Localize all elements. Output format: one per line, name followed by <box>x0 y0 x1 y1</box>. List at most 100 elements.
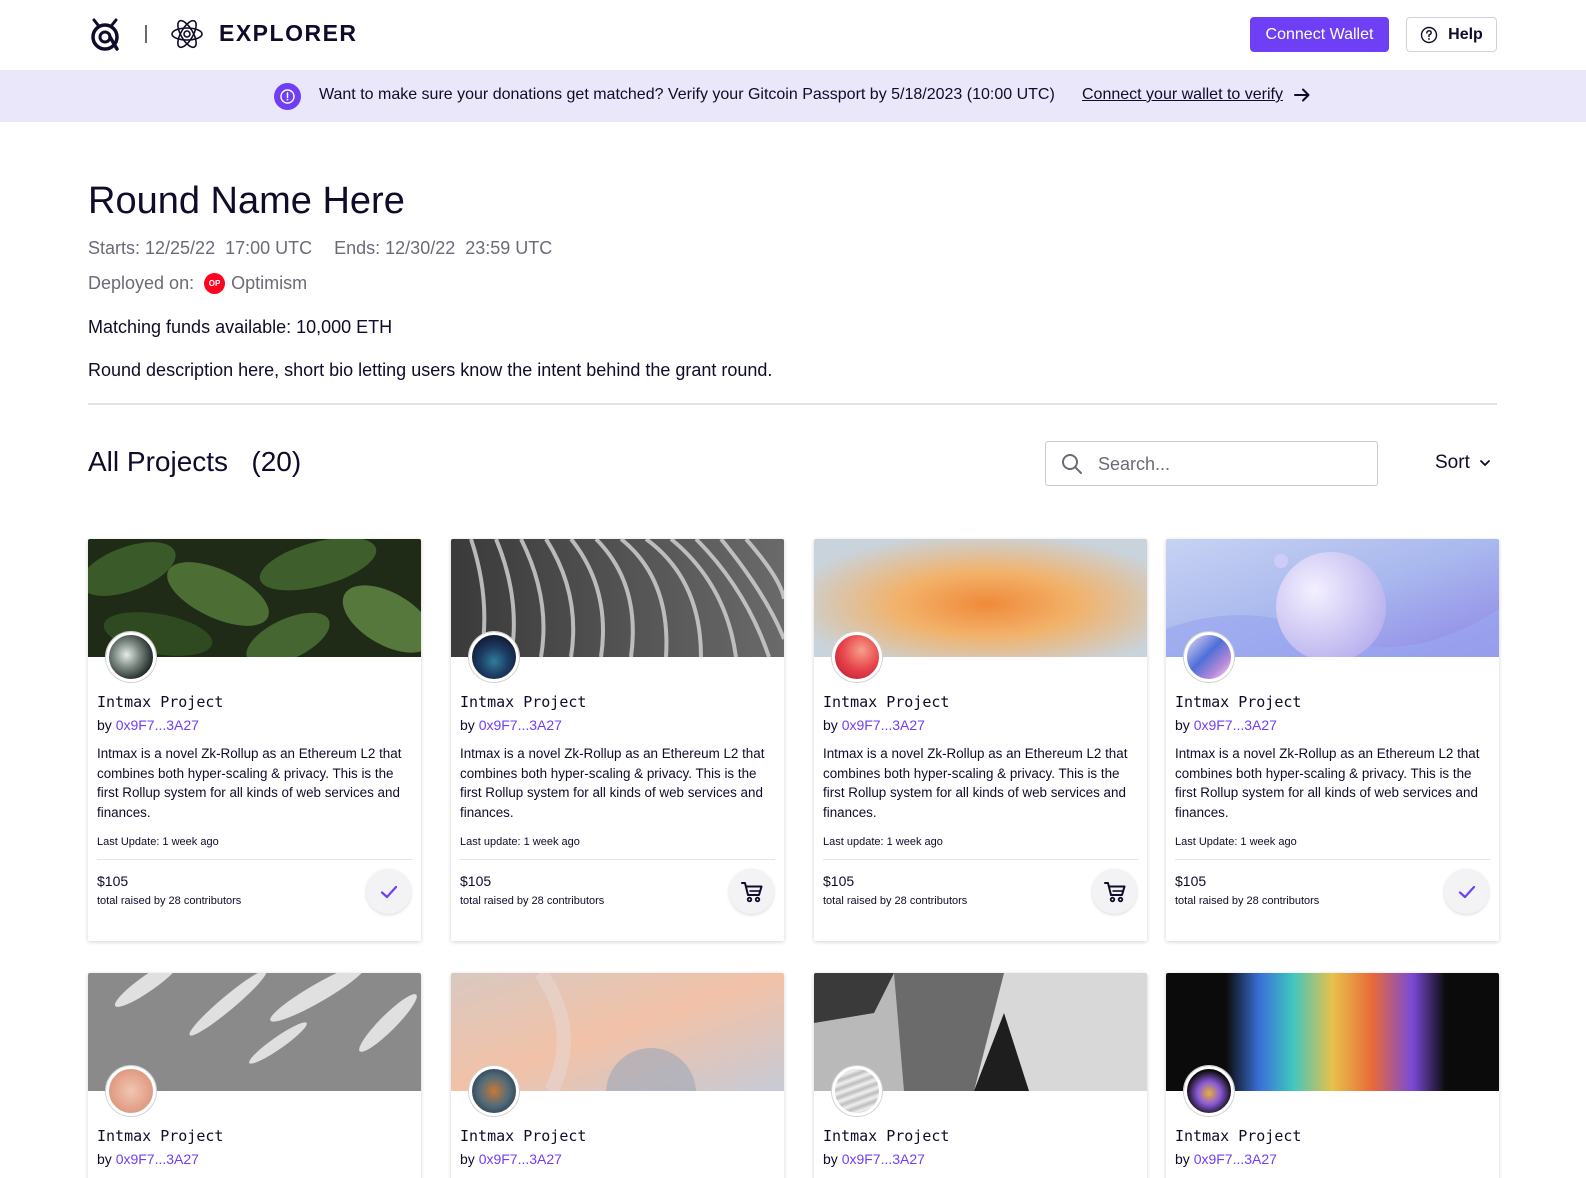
header-divider <box>145 25 147 43</box>
round-start: Starts: 12/25/22 17:00 UTC <box>88 238 313 258</box>
project-owner: by 0x9F7...3A27 <box>823 717 925 733</box>
app-title: EXPLORER <box>219 20 358 46</box>
project-avatar <box>1184 1066 1234 1116</box>
contributors-count: total raised by 28 contributors <box>460 895 605 907</box>
sort-dropdown[interactable]: Sort <box>1435 452 1492 474</box>
connect-wallet-verify-link[interactable]: Connect your wallet to verify <box>1082 86 1283 104</box>
by-label: by <box>460 1151 475 1167</box>
project-owner: by 0x9F7...3A27 <box>97 717 199 733</box>
project-card[interactable]: Intmax Project by 0x9F7...3A27 Intmax is… <box>814 539 1147 941</box>
last-update: Last Update: 1 week ago <box>97 836 219 848</box>
last-update: Last update: 1 week ago <box>460 836 580 848</box>
owner-address[interactable]: 0x9F7...3A27 <box>479 1151 562 1167</box>
project-avatar <box>106 632 156 682</box>
deployed-label: Deployed on: <box>88 273 195 293</box>
project-owner: by 0x9F7...3A27 <box>97 1151 199 1167</box>
deployed-on: Deployed on: OP Optimism <box>88 273 307 294</box>
help-label: Help <box>1448 25 1483 43</box>
project-title[interactable]: Intmax Project <box>1175 693 1301 711</box>
contributors-count: total raised by 28 contributors <box>97 895 242 907</box>
add-to-cart-button[interactable] <box>1092 869 1137 914</box>
card-divider <box>1175 859 1490 860</box>
project-owner: by 0x9F7...3A27 <box>460 1151 562 1167</box>
round-dates: Starts: 12/25/22 17:00 UTC Ends: 12/30/22… <box>88 238 552 259</box>
project-avatar <box>106 1066 156 1116</box>
search-icon <box>1062 454 1082 474</box>
added-to-cart-button[interactable] <box>366 869 411 914</box>
contributors-count: total raised by 28 contributors <box>823 895 968 907</box>
by-label: by <box>460 717 475 733</box>
search-box[interactable] <box>1045 441 1378 486</box>
project-avatar <box>832 1066 882 1116</box>
connect-wallet-button[interactable]: Connect Wallet <box>1250 17 1389 52</box>
project-title[interactable]: Intmax Project <box>97 693 223 711</box>
gitcoin-logo-icon[interactable] <box>88 16 122 52</box>
all-projects-title: All Projects (20) <box>88 446 302 477</box>
cart-icon <box>1103 881 1125 902</box>
by-label: by <box>97 1151 112 1167</box>
add-to-cart-button[interactable] <box>729 869 774 914</box>
project-avatar <box>469 632 519 682</box>
project-description: Intmax is a novel Zk-Rollup as an Ethere… <box>460 746 765 820</box>
by-label: by <box>97 717 112 733</box>
by-label: by <box>823 1151 838 1167</box>
project-card[interactable]: Intmax Project by 0x9F7...3A27 <box>88 973 421 1178</box>
owner-address[interactable]: 0x9F7...3A27 <box>1194 1151 1277 1167</box>
info-icon <box>274 83 301 110</box>
project-title[interactable]: Intmax Project <box>823 1127 949 1145</box>
project-title[interactable]: Intmax Project <box>460 693 586 711</box>
project-owner: by 0x9F7...3A27 <box>823 1151 925 1167</box>
project-card[interactable]: Intmax Project by 0x9F7...3A27 <box>451 973 784 1178</box>
chain-name: Optimism <box>231 273 308 293</box>
project-title[interactable]: Intmax Project <box>823 693 949 711</box>
section-divider <box>88 403 1497 405</box>
cart-icon <box>740 881 762 902</box>
check-icon <box>380 885 397 898</box>
card-divider <box>823 859 1138 860</box>
owner-address[interactable]: 0x9F7...3A27 <box>1194 717 1277 733</box>
project-avatar <box>469 1066 519 1116</box>
chevron-down-icon <box>1479 460 1490 466</box>
project-card[interactable]: Intmax Project by 0x9F7...3A27 Intmax is… <box>1166 539 1499 941</box>
owner-address[interactable]: 0x9F7...3A27 <box>479 717 562 733</box>
project-card[interactable]: Intmax Project by 0x9F7...3A27 <box>1166 973 1499 1178</box>
project-owner: by 0x9F7...3A27 <box>460 717 562 733</box>
optimism-logo-icon: OP <box>204 273 226 294</box>
amount-raised: $105 <box>823 873 855 889</box>
project-card[interactable]: Intmax Project by 0x9F7...3A27 Intmax is… <box>451 539 784 941</box>
project-card[interactable]: Intmax Project by 0x9F7...3A27 <box>814 973 1147 1178</box>
round-title: Round Name Here <box>88 180 405 222</box>
project-description: Intmax is a novel Zk-Rollup as an Ethere… <box>1175 746 1480 820</box>
project-avatar <box>832 632 882 682</box>
project-avatar <box>1184 632 1234 682</box>
last-update: Last Update: 1 week ago <box>1175 836 1297 848</box>
check-icon <box>1458 885 1475 898</box>
passport-banner: Want to make sure your donations get mat… <box>0 70 1586 122</box>
added-to-cart-button[interactable] <box>1444 869 1489 914</box>
by-label: by <box>1175 1151 1190 1167</box>
project-card[interactable]: Intmax Project by 0x9F7...3A27 Intmax is… <box>88 539 421 941</box>
by-label: by <box>823 717 838 733</box>
owner-address[interactable]: 0x9F7...3A27 <box>116 1151 199 1167</box>
card-divider <box>460 859 775 860</box>
project-owner: by 0x9F7...3A27 <box>1175 717 1277 733</box>
explorer-atom-icon <box>171 19 203 49</box>
owner-address[interactable]: 0x9F7...3A27 <box>116 717 199 733</box>
arrow-right-icon[interactable] <box>1292 85 1312 105</box>
owner-address[interactable]: 0x9F7...3A27 <box>842 717 925 733</box>
banner-message: Want to make sure your donations get mat… <box>319 86 1055 103</box>
amount-raised: $105 <box>97 873 129 889</box>
owner-address[interactable]: 0x9F7...3A27 <box>842 1151 925 1167</box>
round-description: Round description here, short bio lettin… <box>88 360 773 380</box>
project-title[interactable]: Intmax Project <box>97 1127 223 1145</box>
round-end: Ends: 12/30/22 23:59 UTC <box>334 238 553 258</box>
project-title[interactable]: Intmax Project <box>1175 1127 1301 1145</box>
top-nav: EXPLORER Connect Wallet Help <box>0 0 1586 70</box>
card-divider <box>97 859 412 860</box>
project-description: Intmax is a novel Zk-Rollup as an Ethere… <box>823 746 1128 820</box>
project-title[interactable]: Intmax Project <box>460 1127 586 1145</box>
question-circle-icon <box>1420 26 1438 43</box>
help-button[interactable]: Help <box>1406 17 1497 52</box>
search-input[interactable] <box>1098 450 1368 478</box>
last-update: Last update: 1 week ago <box>823 836 943 848</box>
